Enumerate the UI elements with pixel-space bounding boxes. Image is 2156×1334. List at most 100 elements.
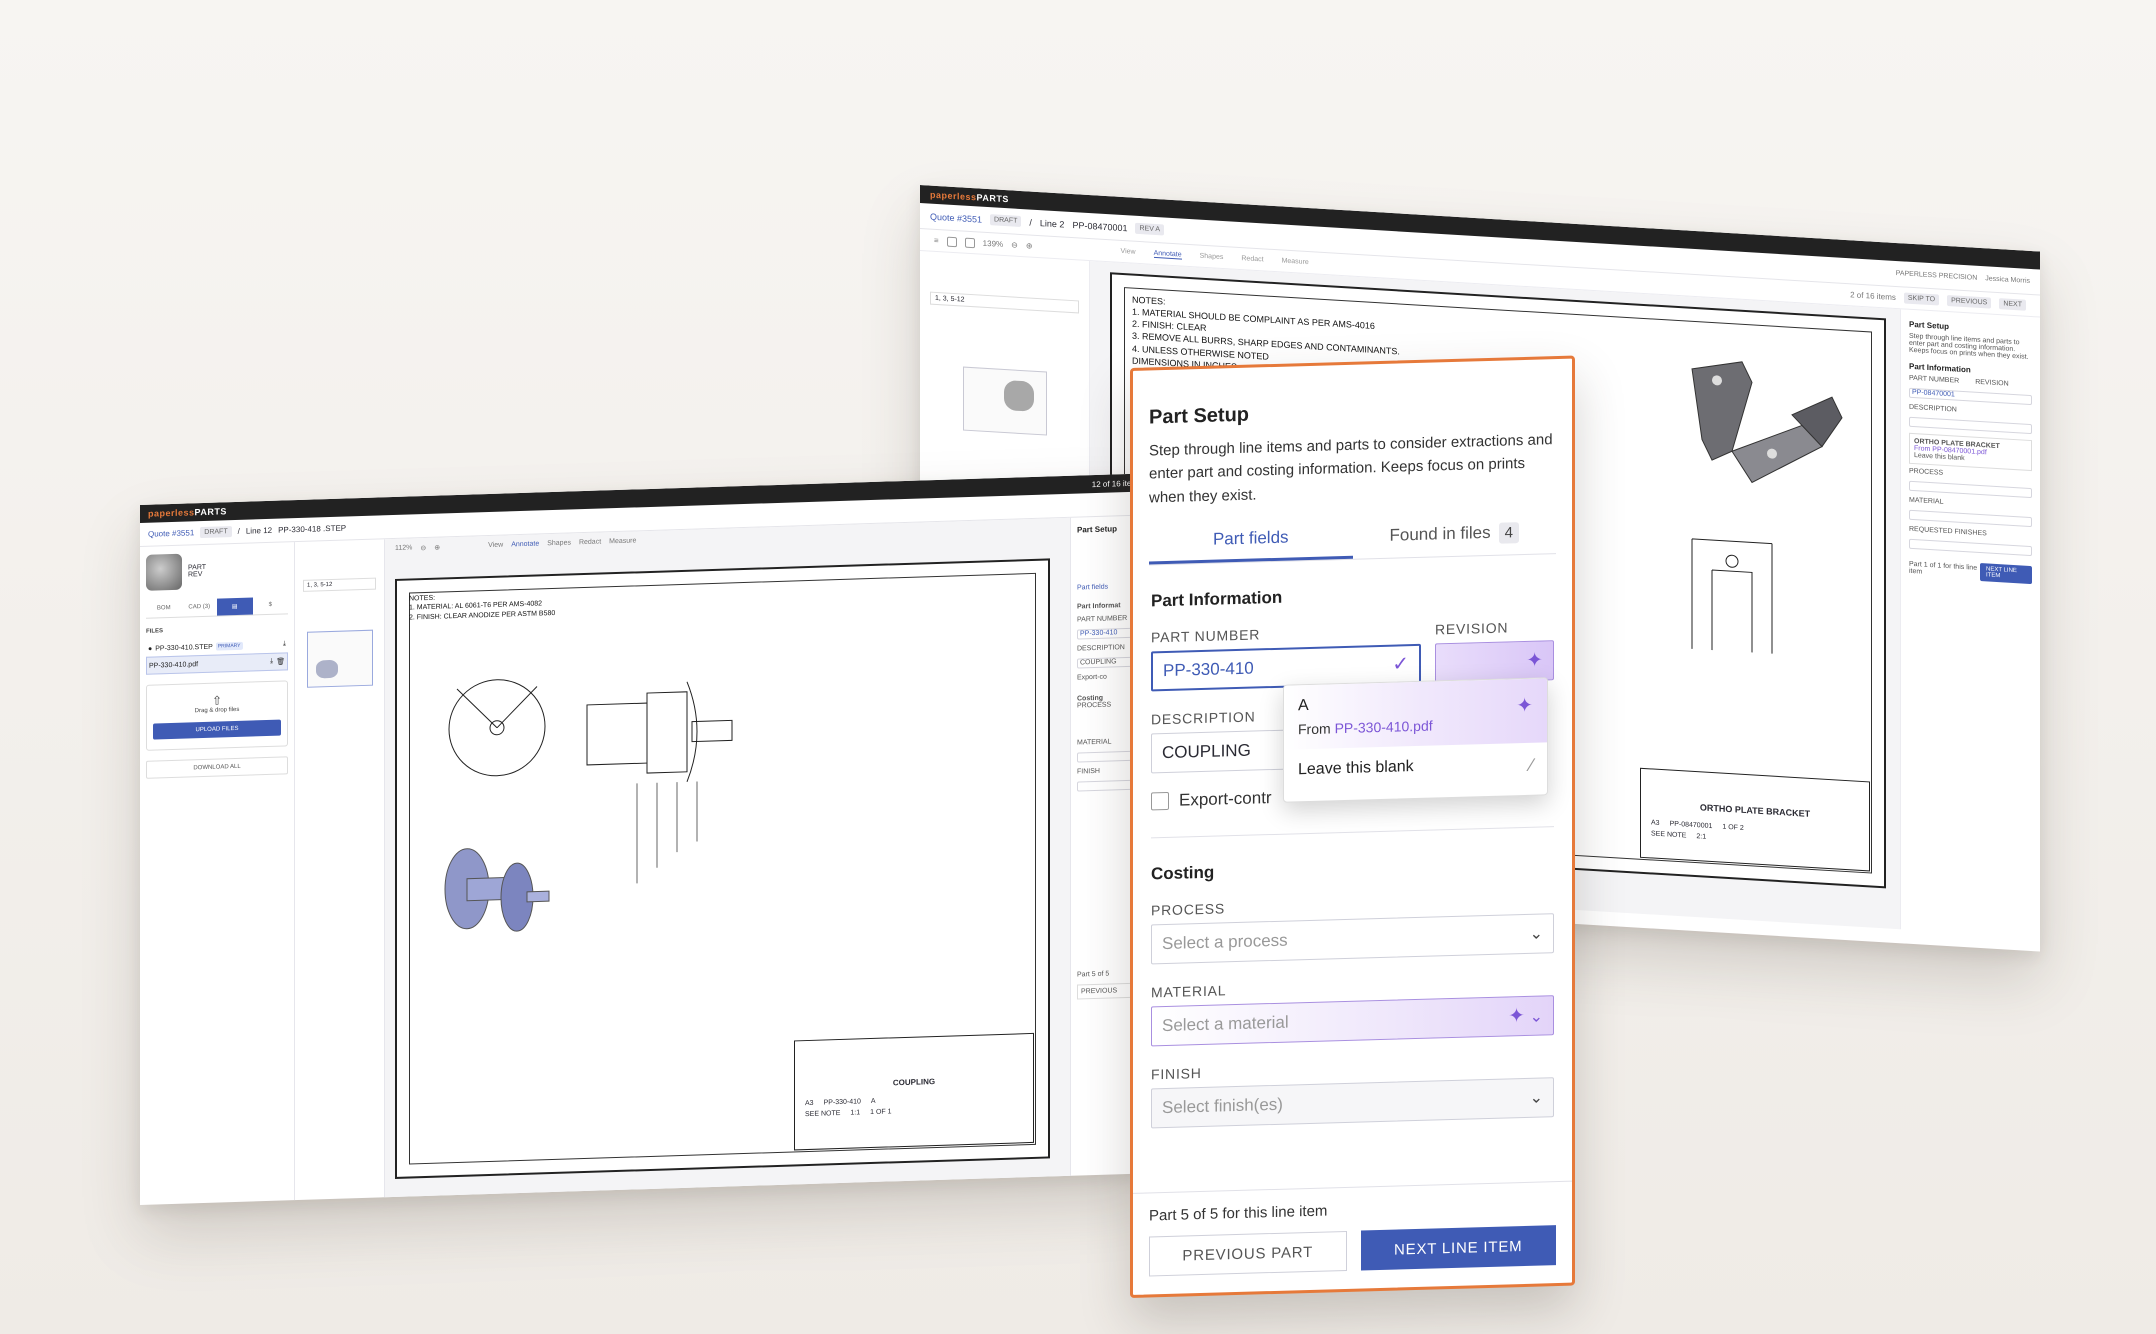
title-block: ORTHO PLATE BRACKET A3 PP-08470001 1 OF … — [1640, 767, 1870, 872]
breadcrumb-quote[interactable]: Quote #3551 — [930, 211, 982, 224]
panel-tabs: Part fields Found in files 4 — [1149, 511, 1557, 566]
zoom-out-icon[interactable]: ⊖ — [1011, 240, 1018, 249]
left-files-panel: PART REV BOM CAD (3) ▤ $ FILES ● PP-330-… — [140, 542, 295, 1205]
page-thumbnail[interactable] — [962, 366, 1047, 436]
leave-blank-option[interactable]: Leave this blank ⁄ — [1284, 742, 1547, 794]
chevron-down-icon: ⌄ — [1529, 1008, 1543, 1027]
bracket-front-view — [1691, 538, 1773, 654]
part-ref: PP-08470001 — [1072, 219, 1128, 233]
process-select[interactable]: Select a process ⌄ — [1151, 912, 1554, 965]
zoom-out-icon[interactable]: ⊖ — [420, 544, 426, 552]
breadcrumb-line[interactable]: Line 12 — [246, 526, 272, 536]
foreground-app-window: paperlessPARTS 12 of 16 items Quote #355… — [140, 473, 1150, 1205]
viewer-toolbar: 112% ⊖ ⊕ View Annotate Shapes Redact Mea… — [395, 537, 636, 553]
description-input[interactable] — [1909, 416, 2032, 435]
previous-button[interactable]: PREVIOUS — [1947, 295, 1992, 309]
breadcrumb-line[interactable]: Line 2 — [1040, 218, 1065, 229]
menu-icon[interactable]: ≡ — [934, 236, 939, 245]
bracket-3d-render — [1691, 361, 1843, 484]
file-icon: ● — [148, 645, 153, 653]
finish-select[interactable]: Select finish(es) ⌄ — [1151, 1076, 1554, 1129]
status-badge: DRAFT — [990, 214, 1022, 228]
tab-found-in-files[interactable]: Found in files 4 — [1353, 512, 1557, 559]
tab-view[interactable]: View — [1121, 247, 1136, 256]
rev-badge: REV A — [1135, 222, 1165, 236]
export-controlled-checkbox[interactable] — [1151, 791, 1169, 811]
zoom-level[interactable]: 139% — [983, 239, 1003, 249]
page-thumbnails: 1, 3, 5-12 — [295, 539, 385, 1203]
next-line-item-button[interactable]: NEXT LINE ITEM — [1360, 1225, 1556, 1271]
download-icon[interactable]: ⤓ — [283, 640, 286, 648]
check-sparkle-icon[interactable]: ✓ — [1392, 651, 1409, 676]
user-name[interactable]: Jessica Morris — [1985, 275, 2030, 285]
sparkle-off-icon: ⁄ — [1529, 754, 1533, 775]
drawing-part-number: PP-330-410 — [823, 1098, 861, 1107]
material-select[interactable] — [1909, 509, 2032, 528]
suggestion-dropdown: ORTHO PLATE BRACKET From PP-08470001.pdf… — [1909, 432, 2032, 472]
found-count-badge: 4 — [1498, 521, 1519, 544]
status-badge: DRAFT — [200, 526, 232, 539]
sparkle-icon: ✦ — [1526, 649, 1543, 673]
page-icon[interactable] — [964, 237, 975, 248]
coupling-side-view — [448, 679, 546, 777]
file-row[interactable]: PP-330-410.pdf ⤓ 🗑 — [146, 652, 288, 675]
drawing-title: COUPLING — [892, 1077, 936, 1088]
tab-pricing[interactable]: $ — [253, 596, 289, 614]
drawing-title: ORTHO PLATE BRACKET — [1699, 802, 1811, 819]
panel-description: Step through line items and parts to con… — [1149, 431, 1553, 506]
tab-redact[interactable]: Redact — [579, 539, 601, 548]
part-information-header: Part Information — [1151, 587, 1283, 611]
skip-to-select[interactable]: SKIP TO — [1903, 292, 1940, 306]
tab-shapes[interactable]: Shapes — [1200, 252, 1224, 261]
next-button[interactable]: NEXT — [1999, 298, 2026, 311]
coupling-3d-render — [444, 848, 550, 932]
material-select[interactable]: Select a material ✦ ⌄ — [1151, 994, 1554, 1047]
brand-logo: paperlessPARTS — [148, 506, 227, 519]
page-range-input[interactable]: 1, 3, 5-12 — [303, 577, 376, 592]
tab-files[interactable]: ▤ — [217, 597, 253, 616]
revision-suggestion-option[interactable]: A From PP-330-410.pdf ✦ — [1284, 678, 1547, 750]
coupling-section-view — [586, 681, 733, 884]
zoom-in-icon[interactable]: ⊕ — [434, 544, 440, 552]
previous-part-button[interactable]: PREVIOUS PART — [1149, 1230, 1347, 1277]
download-all-button[interactable]: DOWNLOAD ALL — [146, 756, 288, 779]
next-line-item-button[interactable]: NEXT LINE ITEM — [1980, 562, 2032, 585]
brand-logo: paperlessPARTS — [930, 189, 1009, 205]
chevron-down-icon: ⌄ — [1529, 1089, 1543, 1107]
page-thumbnail[interactable] — [306, 629, 373, 688]
tab-bom[interactable]: BOM — [146, 600, 182, 618]
zoom-level[interactable]: 112% — [395, 544, 412, 553]
process-select[interactable] — [1909, 480, 2032, 499]
sidebar-toggle-icon[interactable] — [946, 236, 957, 247]
upload-files-button[interactable]: UPLOAD FILES — [153, 719, 281, 740]
file-dropzone[interactable]: ⇧ Drag & drop files UPLOAD FILES — [146, 680, 288, 751]
costing-section: Costing PROCESS Select a process ⌄ MATER… — [1133, 852, 1572, 1129]
tab-shapes[interactable]: Shapes — [547, 539, 571, 548]
drawing-notes: NOTES: 1. MATERIAL: AL 6061-T6 PER AMS-4… — [409, 594, 556, 622]
finish-select[interactable] — [1909, 538, 2032, 557]
trash-icon[interactable]: 🗑 — [276, 657, 285, 665]
part-thumbnail[interactable] — [146, 553, 182, 591]
tab-cad[interactable]: CAD (3) — [182, 599, 218, 617]
tab-part-fields[interactable]: Part fields — [1149, 517, 1353, 565]
download-icon[interactable]: ⤓ — [270, 658, 273, 666]
breadcrumb-quote[interactable]: Quote #3551 — [148, 528, 194, 538]
title-block: COUPLING A3 PP-330-410 A SEE NOTE 1:1 1 … — [794, 1032, 1034, 1151]
page-range-input[interactable]: 1, 3, 5-12 — [930, 291, 1079, 314]
tab-measure[interactable]: Measure — [609, 537, 636, 546]
revision-suggestion-dropdown: A From PP-330-410.pdf ✦ Leave this blank… — [1283, 677, 1548, 803]
part-setup-sidebar: Part Setup Step through line items and p… — [1900, 309, 2040, 938]
sparkle-icon: ✦ — [1508, 1005, 1525, 1028]
costing-header: Costing — [1151, 862, 1215, 884]
zoom-in-icon[interactable]: ⊕ — [1026, 241, 1033, 250]
tab-measure[interactable]: Measure — [1282, 257, 1309, 267]
tab-annotate[interactable]: Annotate — [1153, 249, 1182, 260]
org-name: PAPERLESS PRECISION — [1895, 269, 1978, 282]
drawing-viewer[interactable]: 112% ⊖ ⊕ View Annotate Shapes Redact Mea… — [385, 517, 1070, 1200]
panel-footer: Part 5 of 5 for this line item PREVIOUS … — [1133, 1180, 1572, 1295]
tab-annotate[interactable]: Annotate — [511, 540, 539, 549]
tab-view[interactable]: View — [488, 542, 503, 550]
part-setup-panel: Part Setup Step through line items and p… — [1130, 355, 1575, 1298]
tab-redact[interactable]: Redact — [1241, 255, 1263, 264]
part-number-input[interactable]: PP-08470001 — [1909, 387, 2032, 406]
